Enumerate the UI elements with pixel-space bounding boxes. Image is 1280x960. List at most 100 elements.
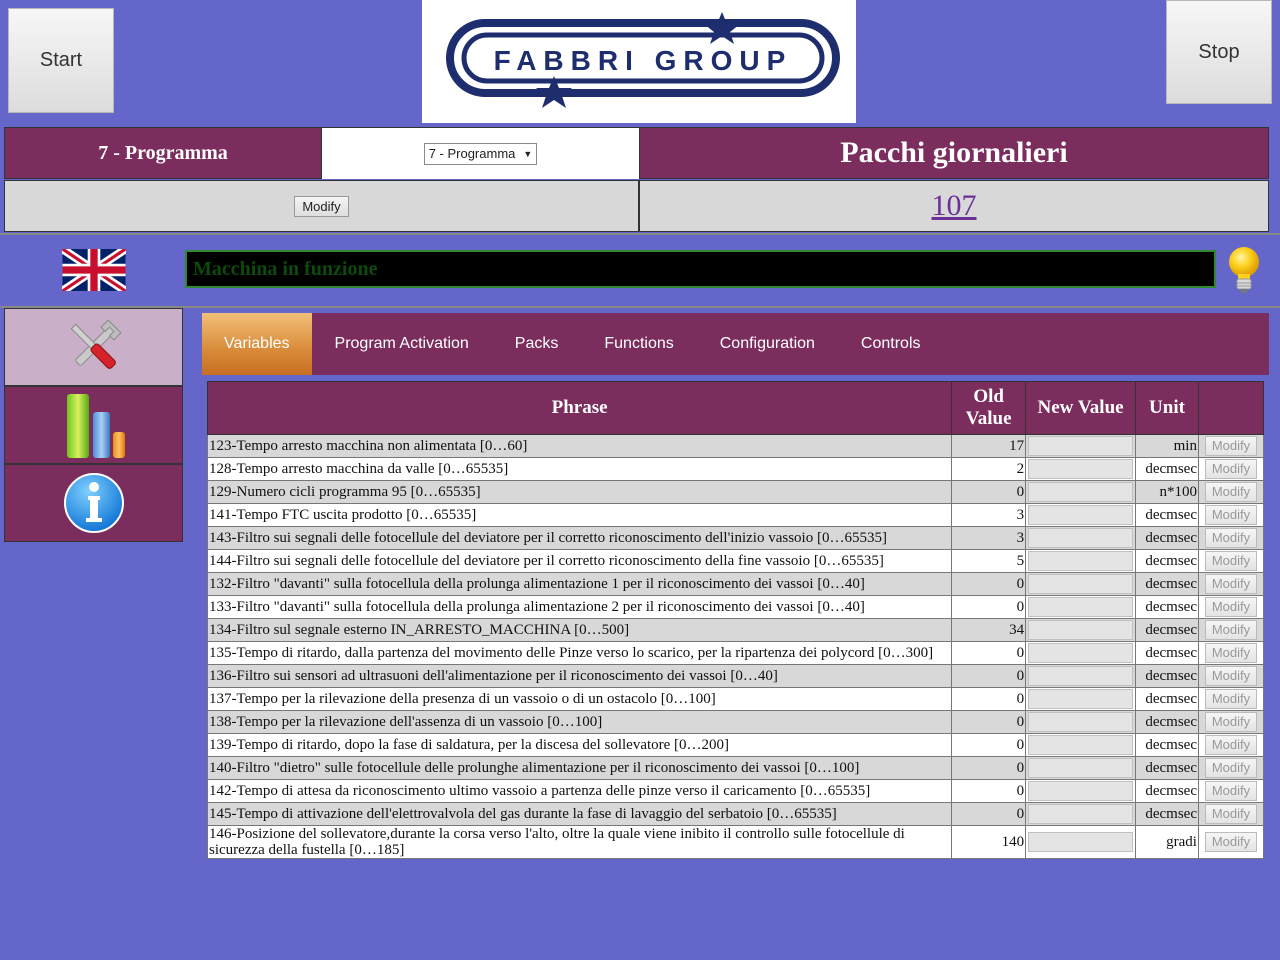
side-item-statistics[interactable] [4,386,183,464]
new-value-input[interactable] [1028,436,1133,456]
new-value-input[interactable] [1028,459,1133,479]
side-item-info[interactable] [4,464,183,542]
row-modify-button[interactable]: Modify [1204,505,1258,525]
row-modify-button[interactable]: Modify [1204,712,1258,732]
tab-program-activation[interactable]: Program Activation [312,313,492,375]
row-modify-button[interactable]: Modify [1204,620,1258,640]
fabbri-group-logo: FABBRI GROUP [422,0,856,123]
table-row: 123-Tempo arresto macchina non alimentat… [206,434,1265,458]
old-value-cell: 0 [951,641,1027,665]
lightbulb-icon [1226,245,1262,295]
new-value-input[interactable] [1028,781,1133,801]
new-value-input[interactable] [1028,758,1133,778]
divider [0,233,1280,235]
tab-packs[interactable]: Packs [492,313,582,375]
phrase-cell: 123-Tempo arresto macchina non alimentat… [206,434,953,458]
table-row: 146-Posizione del sollevatore,durante la… [206,825,1265,859]
phrase-cell: 136-Filtro sui sensori ad ultrasuoni del… [206,664,953,688]
unit-cell: decmsec [1135,664,1199,688]
new-value-input[interactable] [1028,574,1133,594]
unit-cell: n*100 [1135,480,1199,504]
row-modify-button[interactable]: Modify [1204,459,1258,479]
program-select[interactable]: 7 - Programma ▼ [423,142,538,165]
row-modify-button[interactable]: Modify [1204,551,1258,571]
unit-cell: decmsec [1135,641,1199,665]
tab-configuration[interactable]: Configuration [697,313,838,375]
unit-cell: gradi [1135,825,1199,859]
row-modify-button[interactable]: Modify [1204,832,1258,852]
new-value-input[interactable] [1028,689,1133,709]
row-modify-button[interactable]: Modify [1204,666,1258,686]
start-button[interactable]: Start [8,8,114,113]
new-value-input[interactable] [1028,505,1133,525]
status-message: Macchina in funzione [185,250,1216,288]
divider [0,306,1280,308]
new-value-input[interactable] [1028,735,1133,755]
new-value-input[interactable] [1028,804,1133,824]
phrase-cell: 143-Filtro sui segnali delle fotocellule… [206,526,953,550]
side-item-tools[interactable] [4,308,183,386]
phrase-cell: 133-Filtro "davanti" sulla fotocellula d… [206,595,953,619]
bar-chart-icon [66,394,125,458]
unit-cell: decmsec [1135,595,1199,619]
new-value-input[interactable] [1028,666,1133,686]
row-modify-button[interactable]: Modify [1204,597,1258,617]
daily-packs-count[interactable]: 107 [932,189,977,223]
row-modify-button[interactable]: Modify [1204,436,1258,456]
table-row: 132-Filtro "davanti" sulla fotocellula d… [206,572,1265,596]
unit-cell: decmsec [1135,756,1199,780]
new-value-input[interactable] [1028,643,1133,663]
unit-cell: decmsec [1135,687,1199,711]
row-modify-button[interactable]: Modify [1204,528,1258,548]
tab-variables[interactable]: Variables [202,313,312,375]
tab-functions[interactable]: Functions [581,313,696,375]
old-value-cell: 0 [951,710,1027,734]
program-select-value: 7 - Programma [428,146,516,161]
new-value-input[interactable] [1028,832,1133,852]
status-text: Macchina in funzione [193,257,378,280]
tools-icon [70,319,122,369]
column-header-action [1197,381,1265,435]
row-modify-button[interactable]: Modify [1204,781,1258,801]
new-value-input[interactable] [1028,528,1133,548]
column-header-unit: Unit [1135,381,1199,435]
old-value-cell: 0 [951,756,1027,780]
row-modify-button[interactable]: Modify [1204,735,1258,755]
row-modify-button[interactable]: Modify [1204,574,1258,594]
new-value-input[interactable] [1028,482,1133,502]
tab-bar: Variables Program Activation Packs Funct… [202,313,1269,375]
row-modify-button[interactable]: Modify [1204,689,1258,709]
phrase-cell: 128-Tempo arresto macchina da valle [0…6… [206,457,953,481]
row-modify-button[interactable]: Modify [1204,643,1258,663]
table-row: 139-Tempo di ritardo, dopo la fase di sa… [206,733,1265,757]
table-row: 138-Tempo per la rilevazione dell'assenz… [206,710,1265,734]
old-value-cell: 140 [951,825,1027,859]
program-label: 7 - Programma [4,127,322,179]
unit-cell: min [1135,434,1199,458]
new-value-input[interactable] [1028,620,1133,640]
tab-controls[interactable]: Controls [838,313,944,375]
stop-button[interactable]: Stop [1166,0,1272,104]
old-value-cell: 0 [951,595,1027,619]
unit-cell: decmsec [1135,618,1199,642]
old-value-cell: 5 [951,549,1027,573]
unit-cell: decmsec [1135,457,1199,481]
column-header-old-value: Old Value [951,381,1027,435]
table-row: 142-Tempo di attesa da riconoscimento ul… [206,779,1265,803]
new-value-input[interactable] [1028,551,1133,571]
phrase-cell: 139-Tempo di ritardo, dopo la fase di sa… [206,733,953,757]
row-modify-button[interactable]: Modify [1204,758,1258,778]
old-value-cell: 0 [951,802,1027,826]
new-value-input[interactable] [1028,712,1133,732]
program-modify-button[interactable]: Modify [294,195,349,217]
old-value-cell: 34 [951,618,1027,642]
row-modify-button[interactable]: Modify [1204,482,1258,502]
phrase-cell: 138-Tempo per la rilevazione dell'assenz… [206,710,953,734]
old-value-cell: 0 [951,733,1027,757]
old-value-cell: 0 [951,572,1027,596]
unit-cell: decmsec [1135,802,1199,826]
row-modify-button[interactable]: Modify [1204,804,1258,824]
uk-flag-icon[interactable] [60,245,128,295]
table-row: 143-Filtro sui segnali delle fotocellule… [206,526,1265,550]
new-value-input[interactable] [1028,597,1133,617]
